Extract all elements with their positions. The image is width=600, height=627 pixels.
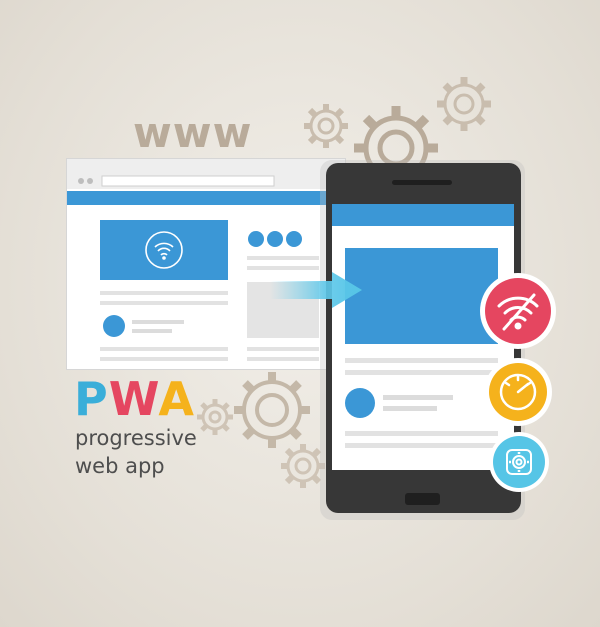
arrow-right-icon <box>270 272 362 308</box>
gear-icon <box>281 444 325 488</box>
offline-badge <box>480 273 556 349</box>
pwa-letter-p: P <box>74 372 109 426</box>
gear-icon <box>197 399 233 435</box>
home-button <box>405 493 440 505</box>
avatar <box>345 388 375 418</box>
address-bar <box>101 175 275 187</box>
app-header-bar <box>332 204 514 226</box>
www-heading: www <box>133 108 253 157</box>
back-icon <box>78 178 84 184</box>
gear-icon <box>234 372 310 448</box>
dot-icon <box>267 231 283 247</box>
speed-badge <box>484 358 552 426</box>
content-banner <box>100 220 228 280</box>
gear-icon <box>304 104 348 148</box>
phone-speaker <box>392 180 452 185</box>
forward-icon <box>87 178 93 184</box>
dot-icon <box>248 231 264 247</box>
pwa-letter-a: A <box>158 372 196 426</box>
pwa-letter-w: W <box>108 372 159 426</box>
dot-icon <box>286 231 302 247</box>
gear-icon <box>437 77 491 131</box>
avatar <box>103 315 125 337</box>
tagline-line-2: web app <box>75 454 165 478</box>
browser-window <box>66 158 346 370</box>
browser-header-bar <box>67 191 345 205</box>
tagline-line-1: progressive <box>75 426 197 450</box>
app-banner <box>345 248 498 344</box>
settings-badge <box>489 432 549 492</box>
pwa-logo: PWA <box>74 374 195 424</box>
